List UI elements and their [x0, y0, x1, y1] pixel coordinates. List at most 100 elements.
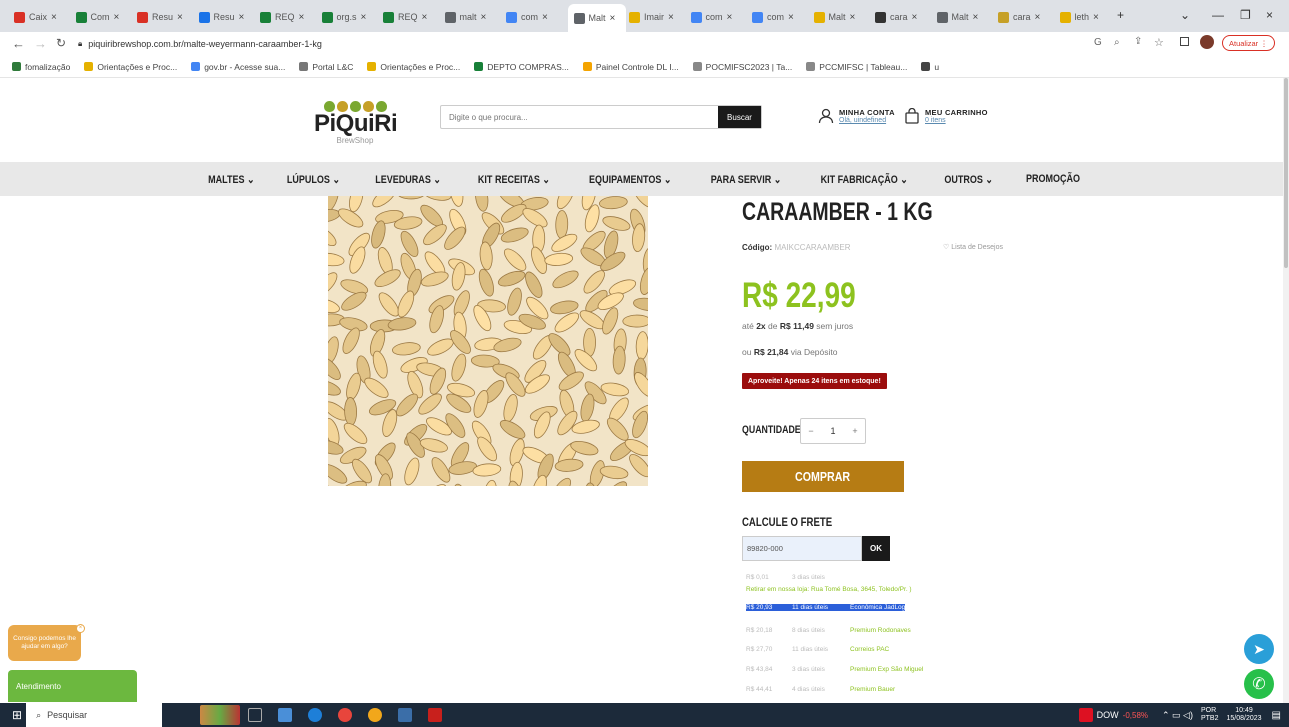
nav-item[interactable]: OUTROS ⌄	[944, 173, 993, 186]
tab-close-icon[interactable]: ×	[610, 13, 616, 24]
tab-close-icon[interactable]: ×	[239, 12, 245, 23]
tab-close-icon[interactable]: ×	[850, 12, 856, 23]
atendimento-tab[interactable]: Atendimento	[8, 670, 137, 702]
browser-tab[interactable]: Malt ×	[813, 6, 872, 28]
star-icon[interactable]: ☆	[1154, 36, 1164, 49]
tab-close-icon[interactable]: ×	[177, 12, 183, 23]
url-field[interactable]: 🔒︎ piquiribrewshop.com.br/malte-weyerman…	[78, 35, 1078, 53]
google-icon[interactable]: G	[1094, 37, 1102, 48]
browser-tab[interactable]: REQ ×	[383, 6, 441, 28]
back-icon[interactable]: ←	[12, 36, 25, 51]
tab-close-icon[interactable]: ×	[668, 12, 674, 23]
wishlist-link[interactable]: ♡ Lista de Desejos	[943, 243, 1003, 251]
share-icon[interactable]: ⇪	[1134, 36, 1142, 47]
shipping-option[interactable]: Retirar em nossa loja: Rua Tomé Bosa, 36…	[746, 586, 912, 593]
notification-icon[interactable]: ▤	[1272, 710, 1281, 721]
nav-item[interactable]: LÚPULOS ⌄	[287, 173, 340, 186]
edge-icon[interactable]	[308, 708, 323, 722]
bookmark-item[interactable]: Portal L&C	[299, 62, 353, 72]
tab-search-icon[interactable]: ⌄	[1180, 8, 1190, 22]
zoom-icon[interactable]: ⌕	[1114, 37, 1120, 48]
nav-item[interactable]: KIT RECEITAS ⌄	[478, 173, 550, 186]
browser-tab[interactable]: com ×	[506, 6, 564, 28]
page-scrollbar[interactable]	[1283, 78, 1289, 703]
docs-icon[interactable]	[398, 708, 413, 722]
news-widget-icon[interactable]	[200, 705, 241, 725]
bookmark-item[interactable]: POCMIFSC2023 | Ta...	[692, 62, 792, 72]
browser-tab[interactable]: cara ×	[998, 6, 1056, 28]
shipping-option[interactable]: R$ 0,01 3 dias úteis	[746, 574, 850, 581]
plus-icon[interactable]: +	[845, 426, 865, 436]
browser-tab[interactable]: Imair ×	[629, 6, 687, 28]
update-button[interactable]: Atualizar ⋮	[1222, 35, 1275, 51]
browser-tab[interactable]: Malt ×	[567, 4, 626, 32]
browser-tab[interactable]: Caix ×	[14, 6, 72, 28]
chrome-icon[interactable]	[338, 708, 353, 722]
tab-close-icon[interactable]: ×	[299, 12, 305, 23]
close-icon[interactable]: ×	[76, 624, 85, 633]
shipping-option[interactable]: R$ 43,84 3 dias úteis Premium Exp São Migu…	[746, 666, 923, 673]
cep-ok-button[interactable]: OK	[862, 536, 890, 561]
bookmark-item[interactable]: gov.br - Acesse sua...	[191, 62, 285, 72]
tab-close-icon[interactable]: ×	[912, 12, 918, 23]
tab-close-icon[interactable]: ×	[114, 12, 120, 23]
avatar[interactable]	[1200, 35, 1214, 49]
account-link[interactable]: MINHA CONTA Olá, uindefined	[818, 108, 895, 124]
chat-prompt-bubble[interactable]: Consigo podemos lhe ajudar em algo?	[8, 625, 81, 661]
taskbar-search[interactable]: ⌕ Pesquisar	[26, 703, 163, 727]
cep-input[interactable]: 89820-000	[742, 536, 862, 561]
browser-tab[interactable]: Resu ×	[198, 6, 257, 28]
product-image[interactable]	[328, 196, 648, 486]
bookmark-item[interactable]: u	[921, 62, 939, 72]
tab-close-icon[interactable]: ×	[1035, 12, 1041, 23]
browser-tab[interactable]: cara ×	[875, 6, 933, 28]
tab-close-icon[interactable]: ×	[51, 12, 57, 23]
bookmark-item[interactable]: DEPTO COMPRAS...	[474, 62, 569, 72]
nav-item[interactable]: MALTES ⌄	[208, 173, 254, 186]
tab-close-icon[interactable]: ×	[481, 12, 487, 23]
bookmark-item[interactable]: Orientações e Proc...	[367, 62, 460, 72]
browser-tab[interactable]: com ×	[752, 6, 810, 28]
scrollbar-thumb[interactable]	[1284, 78, 1288, 268]
tab-close-icon[interactable]: ×	[1093, 12, 1099, 23]
browser-tab[interactable]: Resu ×	[137, 6, 195, 28]
site-logo[interactable]: PiQuiRi BrewShop	[314, 90, 398, 154]
shipping-option[interactable]: R$ 27,70 11 dias úteis Correios PAC	[746, 646, 889, 653]
minus-icon[interactable]: −	[801, 426, 821, 436]
tab-close-icon[interactable]: ×	[422, 12, 428, 23]
buy-button[interactable]: COMPRAR	[742, 461, 904, 492]
nav-item[interactable]: LEVEDURAS ⌄	[375, 173, 441, 186]
nav-item[interactable]: PARA SERVIR ⌄	[710, 173, 781, 186]
bookmark-item[interactable]: Painel Controle DL I...	[582, 62, 679, 72]
tab-close-icon[interactable]: ×	[542, 12, 548, 23]
new-tab-icon[interactable]: +	[1117, 8, 1124, 22]
language-indicator[interactable]: POR PTB2	[1201, 707, 1219, 723]
nav-item[interactable]: PROMOÇÃO	[1026, 173, 1080, 185]
clock[interactable]: 10:49 15/08/2023	[1227, 707, 1262, 723]
browser-tab[interactable]: org.s ×	[321, 6, 380, 28]
reload-icon[interactable]: ↻	[56, 36, 66, 50]
search-button[interactable]: Buscar	[718, 106, 761, 128]
shipping-option[interactable]: R$ 20,18 8 dias úteis Premium Rodonaves	[746, 627, 911, 634]
sidepanel-icon[interactable]	[1180, 37, 1189, 46]
bookmark-item[interactable]: PCCMIFSC | Tableau...	[806, 62, 907, 72]
forward-icon[interactable]: →	[34, 36, 47, 51]
browser-tab[interactable]: Com ×	[75, 6, 134, 28]
quantity-value[interactable]: 1	[823, 426, 843, 436]
pdf-icon[interactable]	[428, 708, 443, 722]
bookmark-item[interactable]: Orientações e Proc...	[84, 62, 177, 72]
shipping-option[interactable]: R$ 44,41 4 dias úteis Premium Bauer	[746, 686, 895, 693]
nav-item[interactable]: KIT FABRICAÇÃO ⌄	[820, 173, 907, 186]
system-tray-icons[interactable]: ⌃ ▭ ◁)	[1162, 710, 1193, 721]
browser-tab[interactable]: leth ×	[1059, 6, 1118, 28]
shipping-option[interactable]: R$ 20,93 11 dias úteis Econômica JadLog	[746, 604, 906, 611]
browser-tab[interactable]: Malt ×	[936, 6, 995, 28]
window-close-icon[interactable]: ×	[1266, 8, 1273, 22]
nav-item[interactable]: EQUIPAMENTOS ⌄	[589, 173, 671, 186]
windows-start-icon[interactable]: ⊞	[12, 708, 22, 722]
tab-close-icon[interactable]: ×	[727, 12, 733, 23]
browser-tab[interactable]: REQ ×	[260, 6, 318, 28]
cart-link[interactable]: MEU CARRINHO 0 itens	[904, 108, 988, 124]
tab-close-icon[interactable]: ×	[788, 12, 794, 23]
browser-tab[interactable]: com ×	[690, 6, 749, 28]
